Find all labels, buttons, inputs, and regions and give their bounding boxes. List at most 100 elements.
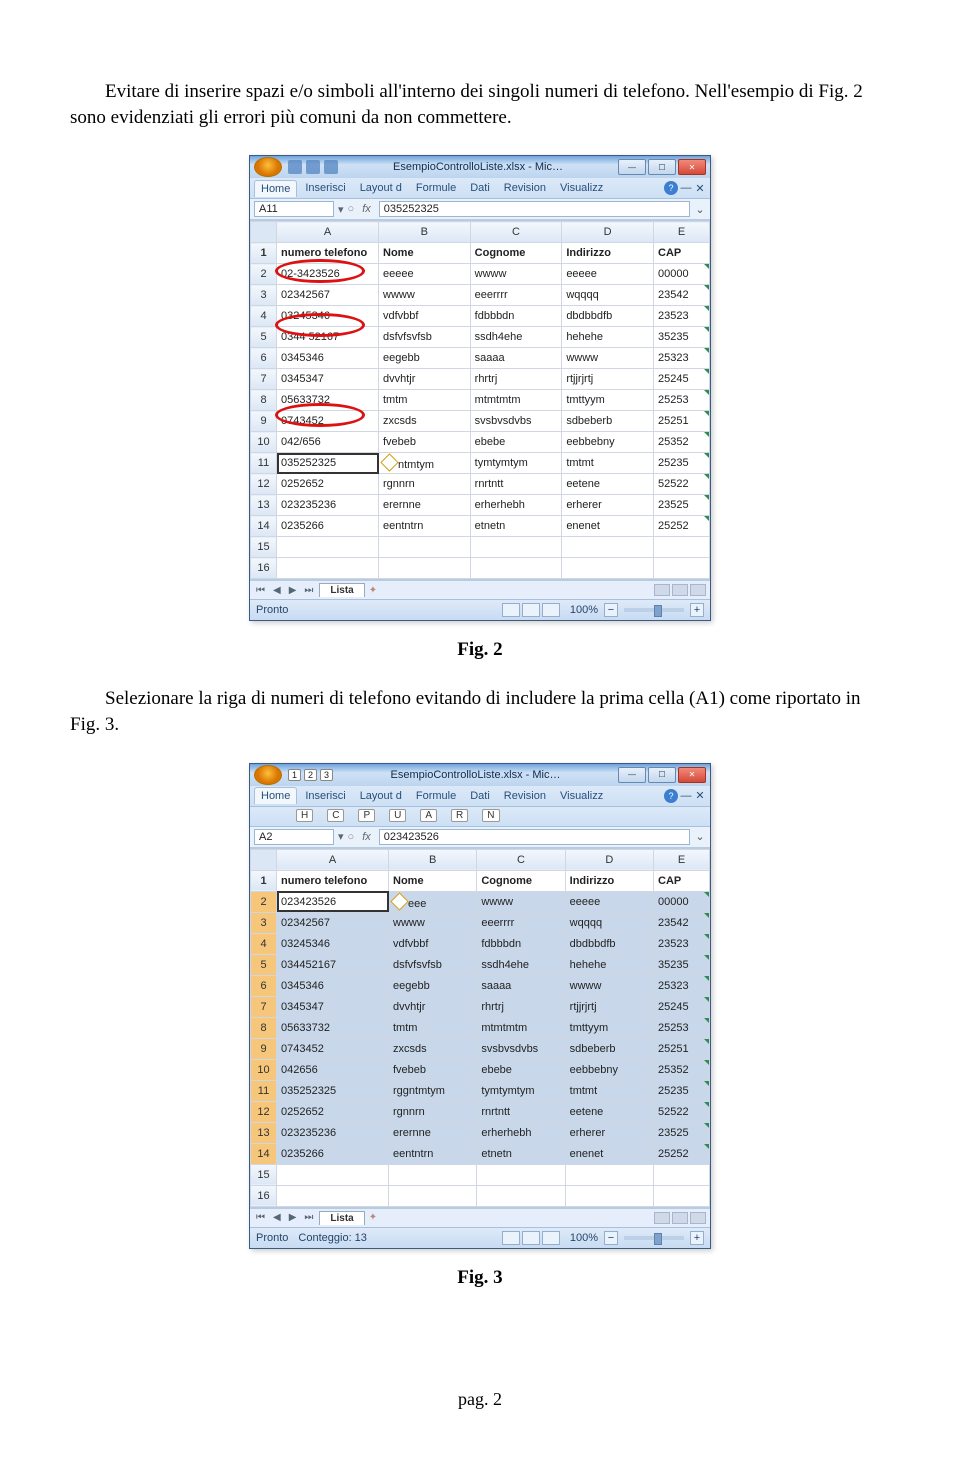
cell[interactable]: 0344 52167 [277, 327, 379, 348]
cell[interactable]: eeerrrr [470, 285, 562, 306]
cell[interactable]: erherhebh [470, 495, 562, 516]
cell[interactable]: rhrtrj [477, 996, 565, 1017]
cell[interactable]: zxcsds [389, 1038, 477, 1059]
cell[interactable]: 02342567 [277, 912, 389, 933]
cell[interactable]: hehehe [565, 954, 653, 975]
cell[interactable]: 0345347 [277, 369, 379, 390]
tab-home[interactable]: Home [254, 180, 297, 197]
cell[interactable]: dsfvfsvfsb [379, 327, 471, 348]
cell[interactable]: eetene [565, 1101, 653, 1122]
sheet-tab-lista[interactable]: Lista [319, 1211, 364, 1225]
cell[interactable]: ssdh4ehe [470, 327, 562, 348]
cell[interactable]: eeeee [379, 264, 471, 285]
cell[interactable]: eegebb [379, 348, 471, 369]
cell[interactable]: dsfvfsvfsb [389, 954, 477, 975]
spreadsheet-grid[interactable]: A B C D E 1numero telefonoNomeCognomeInd… [250, 221, 710, 579]
cell[interactable] [565, 1164, 653, 1185]
help-icon[interactable]: ? [664, 789, 678, 803]
minimize-button[interactable]: — [618, 767, 646, 783]
row-header[interactable]: 6 [251, 348, 277, 369]
view-pagebreak-icon[interactable] [542, 1231, 560, 1245]
cell[interactable]: 23523 [654, 933, 710, 954]
cell[interactable]: erherhebh [477, 1122, 565, 1143]
cell[interactable]: ebebe [477, 1059, 565, 1080]
cell[interactable]: 02-3423526 [277, 264, 379, 285]
cell[interactable]: sdbeberb [562, 411, 654, 432]
namebox-dropdown-icon[interactable]: ▾ [338, 203, 344, 216]
cell[interactable]: dbdbbdfb [562, 306, 654, 327]
cell[interactable]: eeeee [562, 264, 654, 285]
close-button[interactable]: ✕ [678, 767, 706, 783]
cell[interactable]: wwww [477, 891, 565, 912]
select-all-corner[interactable] [251, 849, 277, 870]
spreadsheet-grid[interactable]: A B C D E 1numero telefonoNomeCognomeInd… [250, 849, 710, 1207]
row-header[interactable]: 13 [251, 1122, 277, 1143]
cell[interactable]: rggntmtym [389, 1080, 477, 1101]
ribbon-close-icon[interactable]: ✕ [694, 789, 706, 802]
cell[interactable]: 25323 [654, 975, 710, 996]
zoom-slider[interactable] [624, 1236, 684, 1240]
cell[interactable] [277, 558, 379, 579]
row-header[interactable]: 2 [251, 891, 277, 912]
cell[interactable] [654, 1164, 710, 1185]
cell[interactable]: 25251 [654, 411, 710, 432]
cell[interactable]: Cognome [470, 243, 562, 264]
cell[interactable]: rtjjrjrtj [565, 996, 653, 1017]
cell[interactable]: numero telefono [277, 243, 379, 264]
cell[interactable]: tmttyym [565, 1017, 653, 1038]
cell[interactable]: Cognome [477, 870, 565, 891]
cell[interactable]: 0252652 [277, 474, 379, 495]
view-normal-icon[interactable] [502, 1231, 520, 1245]
error-warning-icon[interactable] [390, 892, 408, 910]
cell[interactable]: eeeee [565, 891, 653, 912]
cell[interactable]: enenet [562, 516, 654, 537]
cell[interactable]: Nome [379, 243, 471, 264]
cell[interactable]: 25245 [654, 996, 710, 1017]
zoom-in-icon[interactable]: + [690, 603, 704, 617]
col-header-A[interactable]: A [277, 222, 379, 243]
row-header[interactable]: 8 [251, 390, 277, 411]
row-header[interactable]: 7 [251, 996, 277, 1017]
view-pagebreak-icon[interactable] [542, 603, 560, 617]
cell[interactable]: 25252 [654, 1143, 710, 1164]
cell[interactable]: rtjjrjrtj [562, 369, 654, 390]
fx-cancel-icon[interactable]: ○ [348, 203, 355, 215]
row-header[interactable]: 15 [251, 1164, 277, 1185]
cell[interactable]: enenet [565, 1143, 653, 1164]
col-header-D[interactable]: D [565, 849, 653, 870]
cell[interactable]: svsbvsdvbs [477, 1038, 565, 1059]
row-header[interactable]: 13 [251, 495, 277, 516]
cell[interactable]: 0345346 [277, 348, 379, 369]
sheet-nav-first-icon[interactable]: ⏮ [254, 1212, 267, 1223]
cell[interactable]: rnrtntt [470, 474, 562, 495]
cell[interactable]: 03245346 [277, 306, 379, 327]
cell[interactable]: 0252652 [277, 1101, 389, 1122]
row-header[interactable]: 10 [251, 432, 277, 453]
row-header[interactable]: 3 [251, 912, 277, 933]
row-header[interactable]: 8 [251, 1017, 277, 1038]
fx-icon[interactable]: fx [358, 203, 375, 215]
cell[interactable] [389, 1185, 477, 1206]
cell[interactable] [562, 558, 654, 579]
formula-expand-icon[interactable]: ⌄ [694, 830, 706, 843]
cell[interactable]: eetene [562, 474, 654, 495]
row-header[interactable]: 6 [251, 975, 277, 996]
cell[interactable]: sdbeberb [565, 1038, 653, 1059]
sheet-nav-next-icon[interactable]: ▶ [287, 1212, 299, 1223]
cell[interactable]: rnrtntt [477, 1101, 565, 1122]
cell[interactable]: 25352 [654, 1059, 710, 1080]
office-button-icon[interactable] [254, 157, 282, 177]
cell[interactable]: 03245346 [277, 933, 389, 954]
row-header[interactable]: 5 [251, 954, 277, 975]
row-header[interactable]: 2 [251, 264, 277, 285]
sheet-nav-first-icon[interactable]: ⏮ [254, 585, 267, 596]
cell[interactable]: 0235266 [277, 516, 379, 537]
row-header[interactable]: 9 [251, 1038, 277, 1059]
cell[interactable]: fdbbbdn [470, 306, 562, 327]
view-layout-icon[interactable] [522, 1231, 540, 1245]
namebox-dropdown-icon[interactable]: ▾ [338, 830, 344, 843]
sheet-tab-lista[interactable]: Lista [319, 583, 364, 597]
cell[interactable]: 52522 [654, 474, 710, 495]
cell[interactable]: ssdh4ehe [477, 954, 565, 975]
cell[interactable]: 35235 [654, 327, 710, 348]
